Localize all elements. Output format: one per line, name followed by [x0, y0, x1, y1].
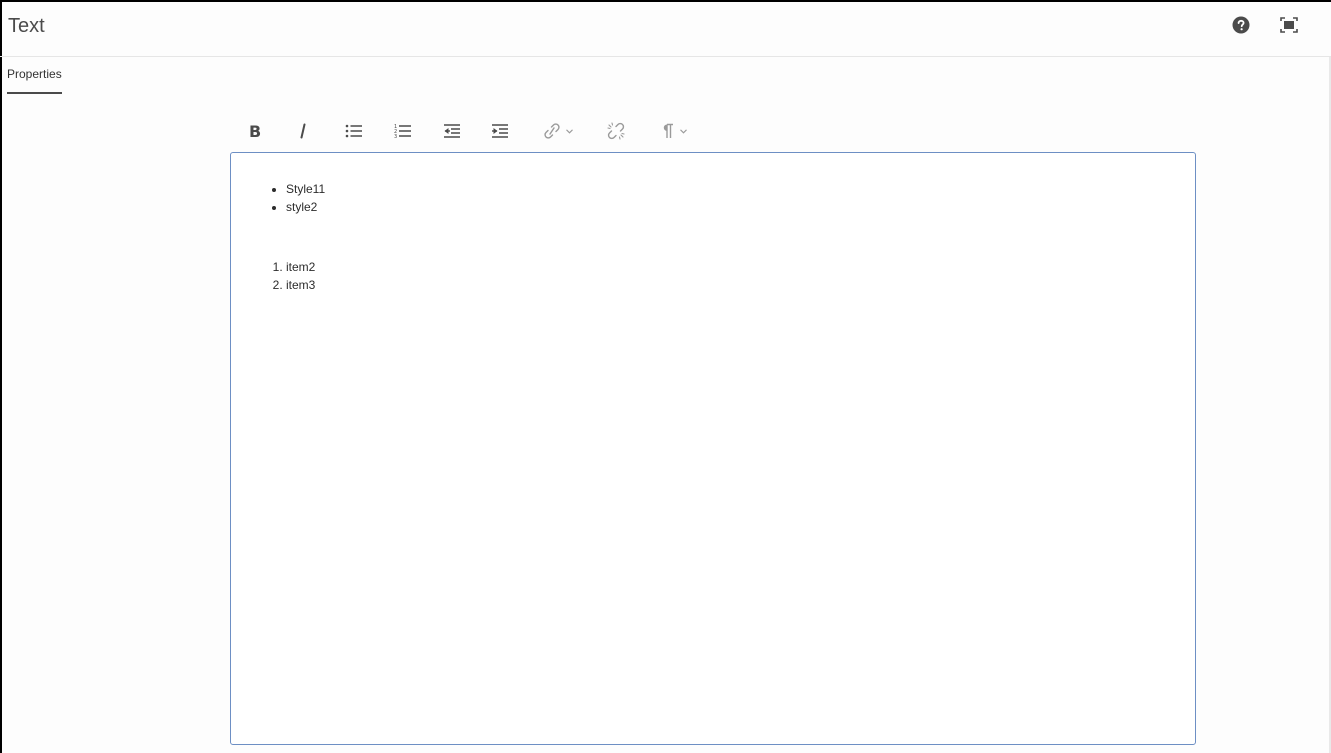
bullet-list-icon — [345, 124, 363, 138]
svg-text:3: 3 — [394, 134, 397, 139]
paragraph-icon — [661, 123, 675, 139]
svg-text:B: B — [249, 123, 261, 139]
list-item: item3 — [286, 277, 315, 295]
help-button[interactable] — [1230, 16, 1252, 38]
numbered-list-icon: 1 2 3 — [394, 123, 412, 139]
chevron-down-icon — [680, 128, 687, 134]
fullscreen-icon — [1280, 16, 1298, 38]
paragraph-format-button[interactable] — [654, 115, 694, 147]
tab-list: Properties — [0, 57, 1331, 97]
link-icon — [543, 123, 561, 139]
help-circle-icon — [1232, 16, 1250, 39]
outdent-icon — [443, 124, 461, 138]
link-button[interactable] — [538, 115, 578, 147]
chevron-down-icon — [566, 128, 573, 134]
list-item: style2 — [286, 199, 325, 217]
indent-button[interactable] — [488, 115, 512, 147]
list-item: Style11 — [286, 181, 325, 199]
bold-icon: B — [248, 123, 262, 139]
unlink-icon — [607, 122, 625, 140]
italic-icon — [297, 123, 309, 139]
rte-toolbar: B 1 2 3 — [232, 115, 732, 147]
numbered-list-button[interactable]: 1 2 3 — [391, 115, 415, 147]
fullscreen-button[interactable] — [1278, 16, 1300, 38]
dialog-title: Text — [8, 15, 45, 37]
numbered-list: item2 item3 — [231, 259, 315, 294]
bullet-list-button[interactable] — [342, 115, 366, 147]
italic-button[interactable] — [292, 115, 314, 147]
list-item: item2 — [286, 259, 315, 277]
bold-button[interactable]: B — [244, 115, 266, 147]
rich-text-editor[interactable]: Style11 style2 item2 item3 — [230, 152, 1196, 745]
bullet-list: Style11 style2 — [231, 181, 325, 216]
unlink-button[interactable] — [604, 115, 628, 147]
dialog-header: Text — [0, 2, 1331, 57]
outdent-button[interactable] — [440, 115, 464, 147]
indent-icon — [491, 124, 509, 138]
tab-properties[interactable]: Properties — [7, 67, 62, 94]
